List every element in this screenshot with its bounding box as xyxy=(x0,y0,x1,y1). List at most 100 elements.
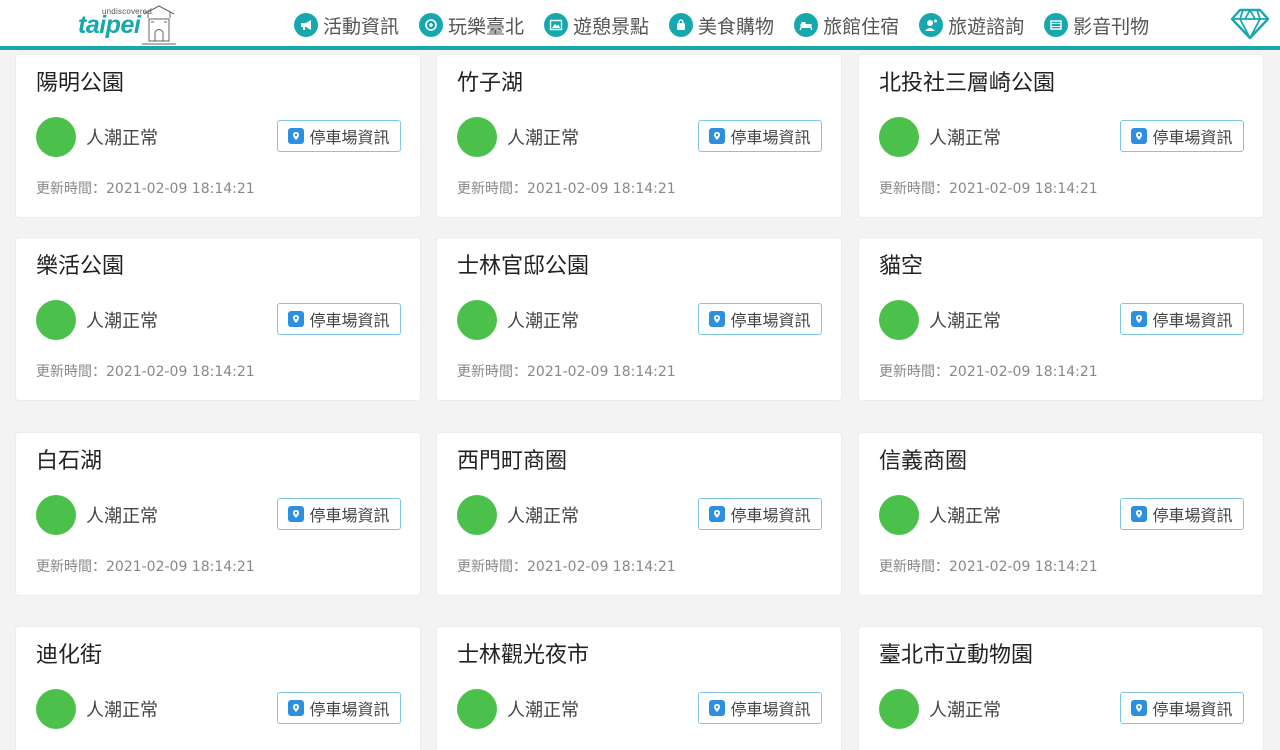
crowd-status: 人潮正常 xyxy=(86,506,158,527)
location-title: 白石湖 xyxy=(36,449,103,474)
status-indicator xyxy=(36,117,76,157)
location-card: 樂活公園 人潮正常 停車場資訊 更新時間：2021-02-09 18:14:21 xyxy=(15,237,421,401)
crowd-status: 人潮正常 xyxy=(929,128,1001,149)
location-card: 臺北市立動物園 人潮正常 停車場資訊 xyxy=(858,626,1264,750)
map-pin-icon xyxy=(1131,311,1148,327)
location-title: 北投社三層崎公園 xyxy=(879,71,1056,96)
status-indicator xyxy=(879,495,919,535)
parking-info-button[interactable]: 停車場資訊 xyxy=(1120,498,1244,530)
nav-media[interactable]: 影音刊物 xyxy=(1044,12,1149,39)
parking-info-button[interactable]: 停車場資訊 xyxy=(1120,120,1244,152)
location-card: 貓空 人潮正常 停車場資訊 更新時間：2021-02-09 18:14:21 xyxy=(858,237,1264,401)
play-icon xyxy=(419,13,444,37)
status-indicator xyxy=(879,117,919,157)
location-card: 北投社三層崎公園 人潮正常 停車場資訊 更新時間：2021-02-09 18:1… xyxy=(858,54,1264,218)
crowd-status: 人潮正常 xyxy=(507,700,579,721)
update-time: 更新時間：2021-02-09 18:14:21 xyxy=(879,364,1098,380)
status-indicator xyxy=(36,300,76,340)
parking-info-label: 停車場資訊 xyxy=(1152,700,1233,719)
location-card: 信義商圈 人潮正常 停車場資訊 更新時間：2021-02-09 18:14:21 xyxy=(858,432,1264,596)
map-pin-icon xyxy=(709,506,726,522)
crowd-status: 人潮正常 xyxy=(86,128,158,149)
location-card: 士林觀光夜市 人潮正常 停車場資訊 xyxy=(436,626,842,750)
map-pin-icon xyxy=(288,128,305,144)
status-indicator xyxy=(457,495,497,535)
location-title: 樂活公園 xyxy=(36,254,125,279)
parking-info-button[interactable]: 停車場資訊 xyxy=(277,120,401,152)
location-card: 白石湖 人潮正常 停車場資訊 更新時間：2021-02-09 18:14:21 xyxy=(15,432,421,596)
location-card: 竹子湖 人潮正常 停車場資訊 更新時間：2021-02-09 18:14:21 xyxy=(436,54,842,218)
parking-info-label: 停車場資訊 xyxy=(730,506,811,525)
parking-info-label: 停車場資訊 xyxy=(309,128,390,147)
nav-play-label: 玩樂臺北 xyxy=(448,15,525,38)
location-card: 迪化街 人潮正常 停車場資訊 xyxy=(15,626,421,750)
nav-play[interactable]: 玩樂臺北 xyxy=(419,12,524,39)
nav-media-label: 影音刊物 xyxy=(1073,15,1150,38)
map-pin-icon xyxy=(709,700,726,716)
parking-info-label: 停車場資訊 xyxy=(309,700,390,719)
nav-consult-label: 旅遊諮詢 xyxy=(948,15,1025,38)
parking-info-button[interactable]: 停車場資訊 xyxy=(277,303,401,335)
update-time: 更新時間：2021-02-09 18:14:21 xyxy=(879,559,1098,575)
nav-hotels[interactable]: 旅館住宿 xyxy=(794,12,899,39)
map-pin-icon xyxy=(1131,700,1148,716)
nav-attractions-label: 遊憩景點 xyxy=(573,15,650,38)
parking-info-label: 停車場資訊 xyxy=(309,311,390,330)
status-indicator xyxy=(36,495,76,535)
crowd-status: 人潮正常 xyxy=(929,506,1001,527)
nav-attractions[interactable]: 遊憩景點 xyxy=(544,12,649,39)
location-title: 信義商圈 xyxy=(879,449,968,474)
update-time: 更新時間：2021-02-09 18:14:21 xyxy=(879,181,1098,197)
parking-info-label: 停車場資訊 xyxy=(1152,506,1233,525)
nav-events[interactable]: 活動資訊 xyxy=(294,12,399,39)
crowd-status: 人潮正常 xyxy=(86,700,158,721)
location-title: 貓空 xyxy=(879,254,924,279)
location-card: 陽明公園 人潮正常 停車場資訊 更新時間：2021-02-09 18:14:21 xyxy=(15,54,421,218)
taipei-logo[interactable]: undiscovered taipei xyxy=(78,2,178,46)
parking-info-button[interactable]: 停車場資訊 xyxy=(698,692,822,724)
update-time: 更新時間：2021-02-09 18:14:21 xyxy=(36,559,255,575)
parking-info-label: 停車場資訊 xyxy=(730,128,811,147)
diamond-icon[interactable] xyxy=(1230,7,1270,41)
location-title: 士林官邸公園 xyxy=(457,254,590,279)
film-icon xyxy=(1044,13,1069,37)
nav-consult[interactable]: 旅遊諮詢 xyxy=(919,12,1024,39)
bed-icon xyxy=(794,13,819,37)
map-pin-icon xyxy=(288,311,305,327)
nav-food-shopping[interactable]: 美食購物 xyxy=(669,12,774,39)
status-indicator xyxy=(879,689,919,729)
parking-info-label: 停車場資訊 xyxy=(1152,311,1233,330)
nav-food-shopping-label: 美食購物 xyxy=(698,15,775,38)
nav-hotels-label: 旅館住宿 xyxy=(823,15,900,38)
map-pin-icon xyxy=(288,506,305,522)
parking-info-button[interactable]: 停車場資訊 xyxy=(1120,692,1244,724)
status-indicator xyxy=(457,117,497,157)
parking-info-button[interactable]: 停車場資訊 xyxy=(1120,303,1244,335)
parking-info-label: 停車場資訊 xyxy=(730,311,811,330)
map-pin-icon xyxy=(709,311,726,327)
crowd-status: 人潮正常 xyxy=(929,311,1001,332)
parking-info-button[interactable]: 停車場資訊 xyxy=(277,498,401,530)
location-title: 迪化街 xyxy=(36,643,103,668)
location-card: 士林官邸公園 人潮正常 停車場資訊 更新時間：2021-02-09 18:14:… xyxy=(436,237,842,401)
consult-icon xyxy=(919,13,944,37)
status-indicator xyxy=(457,689,497,729)
parking-info-button[interactable]: 停車場資訊 xyxy=(698,303,822,335)
parking-info-button[interactable]: 停車場資訊 xyxy=(698,120,822,152)
update-time: 更新時間：2021-02-09 18:14:21 xyxy=(457,364,676,380)
site-header: undiscovered taipei 活動資訊 玩樂臺北 遊憩景點 美食購物 … xyxy=(0,0,1280,50)
map-pin-icon xyxy=(1131,506,1148,522)
parking-info-button[interactable]: 停車場資訊 xyxy=(277,692,401,724)
parking-info-button[interactable]: 停車場資訊 xyxy=(698,498,822,530)
location-title: 臺北市立動物園 xyxy=(879,643,1034,668)
location-title: 陽明公園 xyxy=(36,71,125,96)
nav-events-label: 活動資訊 xyxy=(323,15,400,38)
map-pin-icon xyxy=(288,700,305,716)
logo-wordmark: taipei xyxy=(78,11,141,39)
status-indicator xyxy=(879,300,919,340)
crowd-status: 人潮正常 xyxy=(507,506,579,527)
crowd-status: 人潮正常 xyxy=(929,700,1001,721)
megaphone-icon xyxy=(294,13,318,37)
parking-info-label: 停車場資訊 xyxy=(1152,128,1233,147)
update-time: 更新時間：2021-02-09 18:14:21 xyxy=(457,181,676,197)
